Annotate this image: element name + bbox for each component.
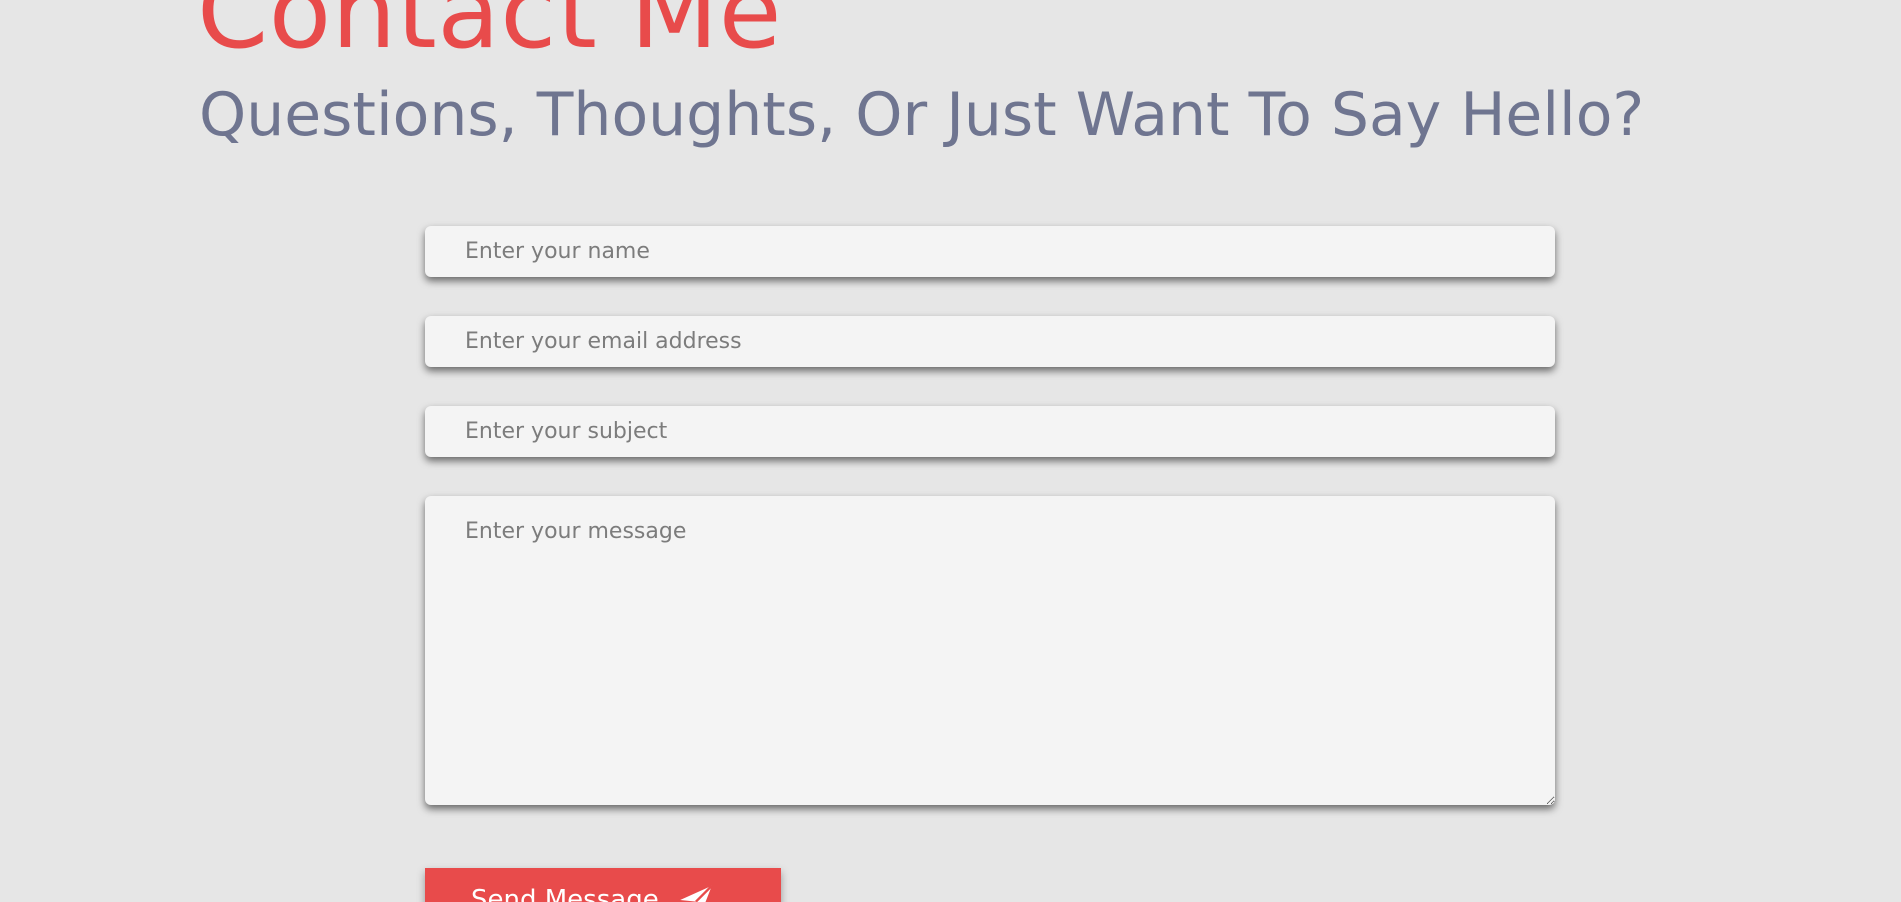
send-message-label: Send Message — [471, 885, 659, 902]
name-input[interactable] — [425, 226, 1555, 277]
email-input[interactable] — [425, 316, 1555, 367]
page-title: Contact Me — [197, 0, 783, 72]
subject-input[interactable] — [425, 406, 1555, 457]
message-textarea[interactable] — [425, 496, 1555, 805]
paper-plane-icon — [677, 881, 715, 902]
send-message-button[interactable]: Send Message — [425, 868, 781, 902]
page-subtitle: Questions, Thoughts, Or Just Want To Say… — [199, 80, 1645, 150]
contact-section: Contact Me Questions, Thoughts, Or Just … — [0, 0, 1901, 902]
